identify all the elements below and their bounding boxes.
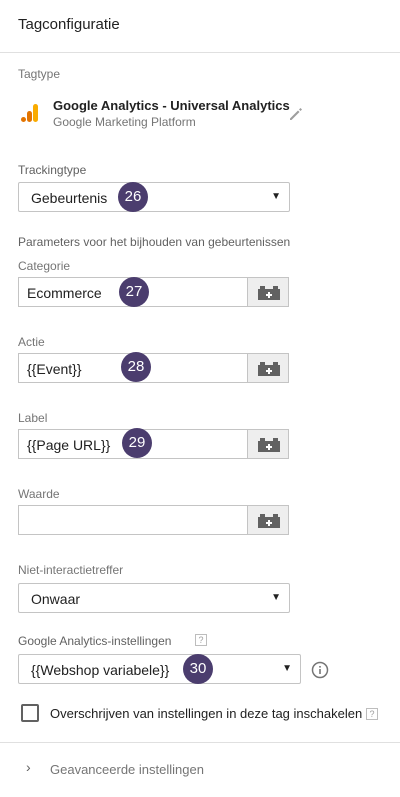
- variable-block-icon: [258, 286, 280, 300]
- pencil-icon[interactable]: [288, 106, 304, 122]
- tagtype-label: Tagtype: [18, 67, 61, 81]
- trackingtype-value: Gebeurtenis: [31, 190, 108, 206]
- non-interaction-label: Niet-interactietreffer: [18, 563, 124, 577]
- tagtype-name: Google Analytics - Universal Analytics: [53, 98, 290, 113]
- step-badge: 28: [121, 352, 151, 382]
- waarde-label: Waarde: [18, 487, 60, 501]
- ga-settings-value: {{Webshop variabele}}: [31, 662, 170, 678]
- variable-block-icon: [258, 362, 280, 376]
- categorie-label: Categorie: [18, 259, 71, 273]
- actie-value: {{Event}}: [27, 361, 82, 377]
- step-badge: 26: [118, 182, 148, 212]
- label-field-label: Label: [18, 411, 48, 425]
- override-checkbox-label: Overschrijven van instellingen in deze t…: [50, 706, 363, 721]
- actie-variable-button[interactable]: [247, 353, 289, 383]
- dropdown-caret-icon: ▼: [271, 592, 281, 603]
- step-badge: 29: [122, 428, 152, 458]
- override-checkbox[interactable]: [21, 704, 39, 722]
- dropdown-caret-icon: ▼: [271, 191, 281, 202]
- categorie-variable-button[interactable]: [247, 277, 289, 307]
- waarde-variable-button[interactable]: [247, 505, 289, 535]
- variable-block-icon: [258, 438, 280, 452]
- trackingtype-label: Trackingtype: [18, 163, 87, 177]
- categorie-value: Ecommerce: [27, 285, 102, 301]
- help-icon[interactable]: ?: [366, 708, 378, 720]
- waarde-input[interactable]: [18, 505, 247, 535]
- step-badge: 30: [183, 654, 213, 684]
- analytics-bar-icon: [21, 104, 38, 122]
- chevron-right-icon: ›: [26, 759, 31, 775]
- label-variable-button[interactable]: [247, 429, 289, 459]
- actie-label: Actie: [18, 335, 45, 349]
- advanced-settings-toggle[interactable]: › Geavanceerde instellingen: [0, 755, 400, 785]
- advanced-settings-label: Geavanceerde instellingen: [50, 762, 204, 777]
- header-divider: [0, 52, 400, 53]
- info-icon[interactable]: [311, 661, 329, 679]
- dropdown-caret-icon: ▼: [282, 663, 292, 674]
- ga-settings-label: Google Analytics-instellingen: [18, 634, 172, 648]
- help-icon[interactable]: ?: [195, 634, 207, 646]
- step-badge: 27: [119, 277, 149, 307]
- label-value: {{Page URL}}: [27, 437, 111, 453]
- section-divider: [0, 742, 400, 743]
- non-interaction-select[interactable]: Onwaar ▼: [18, 583, 290, 613]
- tag-configuration-panel: Tagconfiguratie Tagtype Google Analytics…: [0, 0, 400, 797]
- ga-settings-select[interactable]: {{Webshop variabele}} ▼: [18, 654, 301, 684]
- tagtype-platform: Google Marketing Platform: [53, 115, 196, 129]
- trackingtype-select[interactable]: Gebeurtenis ▼: [18, 182, 290, 212]
- variable-block-icon: [258, 514, 280, 528]
- parameters-heading: Parameters voor het bijhouden van gebeur…: [18, 235, 291, 249]
- panel-title: Tagconfiguratie: [18, 16, 120, 33]
- non-interaction-value: Onwaar: [31, 591, 81, 607]
